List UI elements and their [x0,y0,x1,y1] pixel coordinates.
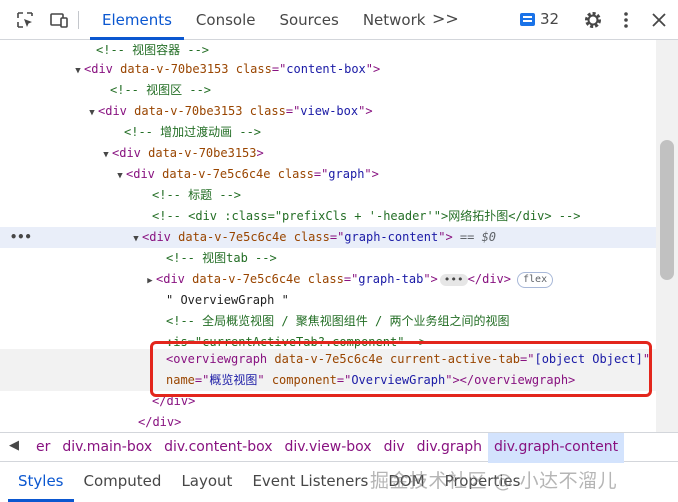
dom-token: <!-- 标题 --> [152,188,242,202]
dom-node-row[interactable]: <!-- 全局概览视图 / 聚焦视图组件 / 两个业务组之间的视图 [0,311,656,332]
dom-token: <div [84,62,121,76]
dom-token: <div [142,230,179,244]
dom-token: <div [112,146,149,160]
breadcrumb: ◀ er div.main-box div.content-box div.view-… [0,432,678,463]
node-actions-icon[interactable]: ••• [10,227,32,248]
dom-token: data-v-7e5c6c4e class [192,272,344,286]
tab-computed[interactable]: Computed [74,462,172,502]
dom-node-row[interactable]: ▼ <div data-v-70be3153 class="view-box"> [0,101,656,122]
dom-token: "> [423,272,438,286]
tab-event-listeners[interactable]: Event Listeners [242,462,378,502]
dom-token: "> [358,104,373,118]
dom-token: <div [98,104,135,118]
dom-tree-scrollbar[interactable] [656,40,678,432]
dom-token: "> [364,167,379,181]
dom-token: =" [285,104,301,118]
dom-node-row[interactable]: <!-- 标题 --> [0,185,656,206]
dom-node-row[interactable]: <!-- <div :class="prefixCls + '-header'"… [0,206,656,227]
dom-token: graph-content [344,230,439,244]
flex-badge[interactable]: flex [517,271,554,288]
expand-ellipsis-button[interactable]: ••• [439,273,468,286]
dom-node-row[interactable]: ▼ <div data-v-70be3153 class="content-box… [0,59,656,80]
dom-token: data-v-70be3153 [148,146,257,160]
dom-token: <div [156,272,193,286]
expanded-triangle-icon[interactable]: ▼ [114,166,126,187]
dom-node-row[interactable]: <!-- 增加过渡动画 --> [0,122,656,143]
issues-counter[interactable]: 32 [520,10,559,28]
dom-token: data-v-7e5c6c4e class [162,167,314,181]
breadcrumb-item[interactable]: div.view-box [279,433,378,463]
dom-token: > [256,146,264,160]
dom-token: <!-- 视图区 --> [110,83,212,97]
inspect-element-icon[interactable] [14,9,36,31]
dom-token: <!-- <div :class="prefixCls + '-header'"… [152,209,581,223]
dom-token: <!-- 视图tab --> [166,251,277,265]
tab-elements[interactable]: Elements [90,0,184,40]
breadcrumb-list: er div.main-box div.content-box div.view-bo… [30,433,625,463]
dom-token: </div> [138,415,182,429]
message-icon [520,12,535,26]
close-icon[interactable] [648,9,670,31]
dom-token: </div> [467,272,512,286]
dom-token: =" [329,230,345,244]
dom-token: =" [271,62,287,76]
breadcrumb-item[interactable]: div [378,433,411,463]
dom-node-row[interactable]: " OverviewGraph " [0,290,656,311]
dom-token: <!-- 增加过渡动画 --> [124,125,262,139]
dom-token: view-box [300,104,359,118]
breadcrumb-item[interactable]: div.graph-content [488,433,625,463]
dom-token: data-v-7e5c6c4e class [178,230,330,244]
dom-token: graph-tab [358,272,424,286]
dom-tree: <!-- 视图容器 --> ▼ <div data-v-70be3153 class… [0,40,656,432]
issues-count: 32 [540,10,560,28]
dom-token: content-box [286,62,366,76]
breadcrumb-scroll-left-icon[interactable]: ◀ [9,438,19,453]
watermark: 掘金技术社区 @ 小达不溜儿 [370,470,618,492]
dom-node-row[interactable]: ▶ <div data-v-7e5c6c4e class="graph-tab">… [0,269,656,290]
expanded-triangle-icon[interactable]: ▼ [86,103,98,124]
dom-token: == $0 [452,230,497,244]
dom-token: =" [343,272,359,286]
breadcrumb-item[interactable]: div.graph [411,433,488,463]
breadcrumb-item[interactable]: div.main-box [56,433,158,463]
expanded-triangle-icon[interactable]: ▼ [130,229,142,250]
expanded-triangle-icon[interactable]: ▼ [72,61,84,82]
highlight-annotation-box [150,341,652,397]
scrollbar-thumb[interactable] [660,140,674,280]
tab-styles[interactable]: Styles [8,462,74,502]
dom-token: =" [313,167,329,181]
tab-console[interactable]: Console [184,0,268,40]
more-tabs-button[interactable]: >> [432,9,459,28]
dom-node-row[interactable]: <!-- 视图区 --> [0,80,656,101]
dom-token: "> [438,230,453,244]
tab-network[interactable]: Network [351,0,438,40]
dom-token: " OverviewGraph " [166,293,289,307]
collapsed-triangle-icon[interactable]: ▶ [144,271,156,292]
dom-token: <!-- 视图容器 --> [96,43,210,57]
dom-token: graph [328,167,365,181]
device-toolbar-icon[interactable] [48,9,70,31]
dom-node-row[interactable]: ▼ <div data-v-70be3153> [0,143,656,164]
panel-tabs: Elements Console Sources Network [90,0,437,40]
dom-token: data-v-70be3153 class [134,104,286,118]
kebab-menu-icon[interactable] [615,9,637,31]
expanded-triangle-icon[interactable]: ▼ [100,145,112,166]
breadcrumb-item[interactable]: div.content-box [158,433,278,463]
dom-node-row[interactable]: ▼ <div data-v-7e5c6c4e class="graph"> [0,164,656,185]
dom-token: data-v-70be3153 class [120,62,272,76]
devtools-toolbar: Elements Console Sources Network >> 32 [0,0,678,40]
dom-node-row[interactable]: <!-- 视图容器 --> [0,40,656,61]
dom-node-row[interactable]: <!-- 视图tab --> [0,248,656,269]
breadcrumb-item[interactable]: er [30,433,56,463]
dom-token: <!-- 全局概览视图 / 聚焦视图组件 / 两个业务组之间的视图 [166,314,510,328]
dom-node-row[interactable]: ▼ <div data-v-7e5c6c4e class="graph-conte… [0,227,656,248]
dom-token: <div [126,167,163,181]
toolbar-divider [78,11,79,29]
dom-token: "> [365,62,381,76]
gear-icon[interactable] [582,9,604,31]
tab-sources[interactable]: Sources [267,0,350,40]
dom-node-row[interactable]: </div> [0,412,656,432]
tab-layout[interactable]: Layout [171,462,242,502]
